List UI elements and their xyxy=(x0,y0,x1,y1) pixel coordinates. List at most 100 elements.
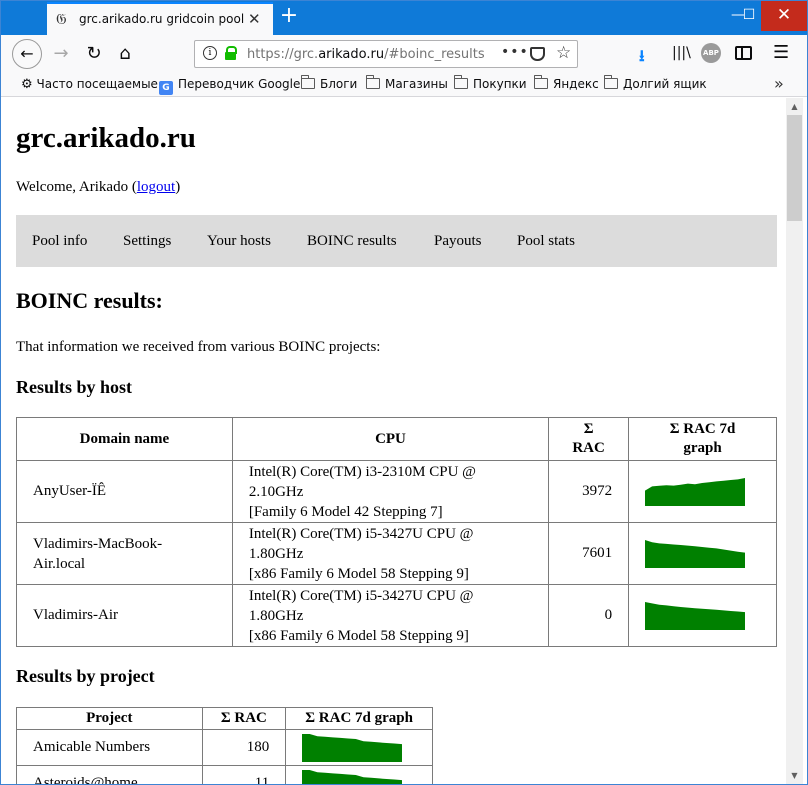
download-icon[interactable]: ⭳ xyxy=(639,45,645,72)
column-header: CPU xyxy=(231,417,550,461)
sparkline-area xyxy=(302,769,403,784)
project-rac-graph xyxy=(285,765,433,784)
back-arrow-icon[interactable]: ← xyxy=(12,39,42,69)
table-row: Vladimirs-Air Intel(R) Core(TM) i5-3427U… xyxy=(16,584,777,647)
google-translate-icon: G xyxy=(159,81,173,95)
rac-sparkline xyxy=(645,601,746,630)
menu-payouts[interactable]: Payouts xyxy=(434,233,482,250)
site-favicon-icon: 𝔊 xyxy=(56,10,67,28)
site-info-icon[interactable]: i xyxy=(203,46,217,60)
reload-icon[interactable]: ↻ xyxy=(80,40,108,68)
project-rac: 11 xyxy=(201,765,287,784)
title-bar: 𝔊 grc.arikado.ru gridcoin pool ✕ + — ☐ ✕ xyxy=(1,1,807,35)
sparkline-area xyxy=(645,539,746,568)
menu-pool-stats[interactable]: Pool stats xyxy=(517,233,575,250)
chevron-right-icon[interactable]: » xyxy=(774,74,784,93)
column-header: Σ RAC 7d graph xyxy=(628,417,777,461)
table-row: Amicable Numbers 180 xyxy=(16,729,433,766)
bookmark-google-translate[interactable]: G Переводчик Google xyxy=(159,77,300,95)
active-tab[interactable]: 𝔊 grc.arikado.ru gridcoin pool ✕ xyxy=(47,2,273,35)
host-rac: 0 xyxy=(548,584,630,647)
host-cpu: Intel(R) Core(TM) i5-3427U CPU @1.80GHz[… xyxy=(231,584,550,647)
host-name: AnyUser-ÏÊ xyxy=(16,460,233,523)
site-title: grc.arikado.ru xyxy=(16,122,196,154)
sidebar-icon[interactable] xyxy=(735,46,752,60)
sparkline-area xyxy=(645,477,746,506)
column-header: Project xyxy=(16,707,203,730)
bookmark-folder-purchases[interactable]: Покупки xyxy=(454,75,527,91)
scroll-down-icon[interactable]: ▼ xyxy=(786,767,803,784)
url-text[interactable]: https://grc.arikado.ru/#boinc_results xyxy=(247,47,491,62)
host-name: Vladimirs-Air xyxy=(16,584,233,647)
lock-icon[interactable] xyxy=(225,46,237,60)
adblock-plus-icon[interactable]: ABP xyxy=(701,43,721,63)
bookmark-most-visited[interactable]: ⚙ Часто посещаемые xyxy=(21,77,158,92)
intro-text: That information we received from variou… xyxy=(16,339,381,355)
rac-sparkline xyxy=(645,477,746,506)
host-cpu: Intel(R) Core(TM) i3-2310M CPU @2.10GHz[… xyxy=(231,460,550,523)
scroll-up-icon[interactable]: ▲ xyxy=(786,98,803,115)
column-header: Domain name xyxy=(16,417,233,461)
rac-sparkline xyxy=(302,769,403,784)
folder-icon xyxy=(301,75,315,89)
hosts-table: Domain name CPU Σ RAC Σ RAC 7d graph Any… xyxy=(16,417,777,647)
menu-settings[interactable]: Settings xyxy=(123,233,171,250)
rac-sparkline xyxy=(645,539,746,568)
host-name: Vladimirs-MacBook-Air.local xyxy=(16,522,233,585)
folder-icon xyxy=(454,75,468,89)
table-row: Asteroids@home 11 xyxy=(16,765,433,784)
home-icon[interactable]: ⌂ xyxy=(111,40,139,68)
folder-icon xyxy=(366,75,380,89)
menu-pool-info[interactable]: Pool info xyxy=(32,233,87,250)
table-row: AnyUser-ÏÊ Intel(R) Core(TM) i3-2310M CP… xyxy=(16,460,777,523)
pocket-icon[interactable] xyxy=(530,47,545,61)
bookmark-folder-shops[interactable]: Магазины xyxy=(366,75,448,91)
rac-sparkline xyxy=(302,733,403,762)
menu-your-hosts[interactable]: Your hosts xyxy=(207,233,271,250)
host-rac: 3972 xyxy=(548,460,630,523)
navigation-toolbar: ← → ↻ ⌂ i https://grc.arikado.ru/#boinc_… xyxy=(1,35,807,73)
maximize-icon[interactable]: ☐ xyxy=(738,1,760,31)
project-rac: 180 xyxy=(201,729,287,766)
address-bar[interactable]: i https://grc.arikado.ru/#boinc_results … xyxy=(194,40,578,68)
library-icon[interactable]: |||\ xyxy=(672,45,691,61)
tab-title: grc.arikado.ru gridcoin pool xyxy=(79,12,245,26)
bookmark-folder-yandex[interactable]: Яндекс xyxy=(534,75,599,91)
host-rac-graph xyxy=(628,584,777,647)
welcome-text: Welcome, Arikado (logout) xyxy=(16,179,181,195)
scrollbar-thumb[interactable] xyxy=(787,115,802,221)
site-menu: Pool info Settings Your hosts BOINC resu… xyxy=(16,215,777,267)
column-header: Σ RAC xyxy=(201,707,287,730)
hosts-header-row: Domain name CPU Σ RAC Σ RAC 7d graph xyxy=(16,417,777,461)
logout-link[interactable]: logout xyxy=(137,179,175,195)
page-content: grc.arikado.ru Welcome, Arikado (logout)… xyxy=(2,98,786,784)
new-tab-icon[interactable]: + xyxy=(279,3,299,28)
tab-close-icon[interactable]: ✕ xyxy=(248,10,261,28)
column-header: Σ RAC xyxy=(548,417,630,461)
table-row: Vladimirs-MacBook-Air.local Intel(R) Cor… xyxy=(16,522,777,585)
vertical-scrollbar[interactable]: ▲ ▼ xyxy=(786,98,803,784)
hamburger-menu-icon[interactable]: ☰ xyxy=(773,42,789,63)
folder-icon xyxy=(534,75,548,89)
host-rac-graph xyxy=(628,460,777,523)
column-header: Σ RAC 7d graph xyxy=(285,707,433,730)
window-close-icon[interactable]: ✕ xyxy=(761,1,807,31)
bookmark-folder-blogs[interactable]: Блоги xyxy=(301,75,357,91)
page-actions-icon[interactable]: ••• xyxy=(501,44,529,60)
project-name: Amicable Numbers xyxy=(16,729,203,766)
projects-table: Project Σ RAC Σ RAC 7d graph Amicable Nu… xyxy=(16,707,433,784)
projects-heading: Results by project xyxy=(16,666,155,686)
bookmark-star-icon[interactable]: ☆ xyxy=(556,43,571,63)
folder-icon xyxy=(604,75,618,89)
bookmarks-toolbar: ⚙ Часто посещаемые G Переводчик Google Бл… xyxy=(1,73,807,97)
menu-boinc-results[interactable]: BOINC results xyxy=(307,233,397,250)
host-rac: 7601 xyxy=(548,522,630,585)
host-rac-graph xyxy=(628,522,777,585)
forward-arrow-icon[interactable]: → xyxy=(47,40,75,68)
project-name: Asteroids@home xyxy=(16,765,203,784)
hosts-heading: Results by host xyxy=(16,377,133,397)
projects-header-row: Project Σ RAC Σ RAC 7d graph xyxy=(16,707,433,730)
host-cpu: Intel(R) Core(TM) i5-3427U CPU @1.80GHz[… xyxy=(231,522,550,585)
project-rac-graph xyxy=(285,729,433,766)
bookmark-folder-long-box[interactable]: Долгий ящик xyxy=(604,75,707,91)
